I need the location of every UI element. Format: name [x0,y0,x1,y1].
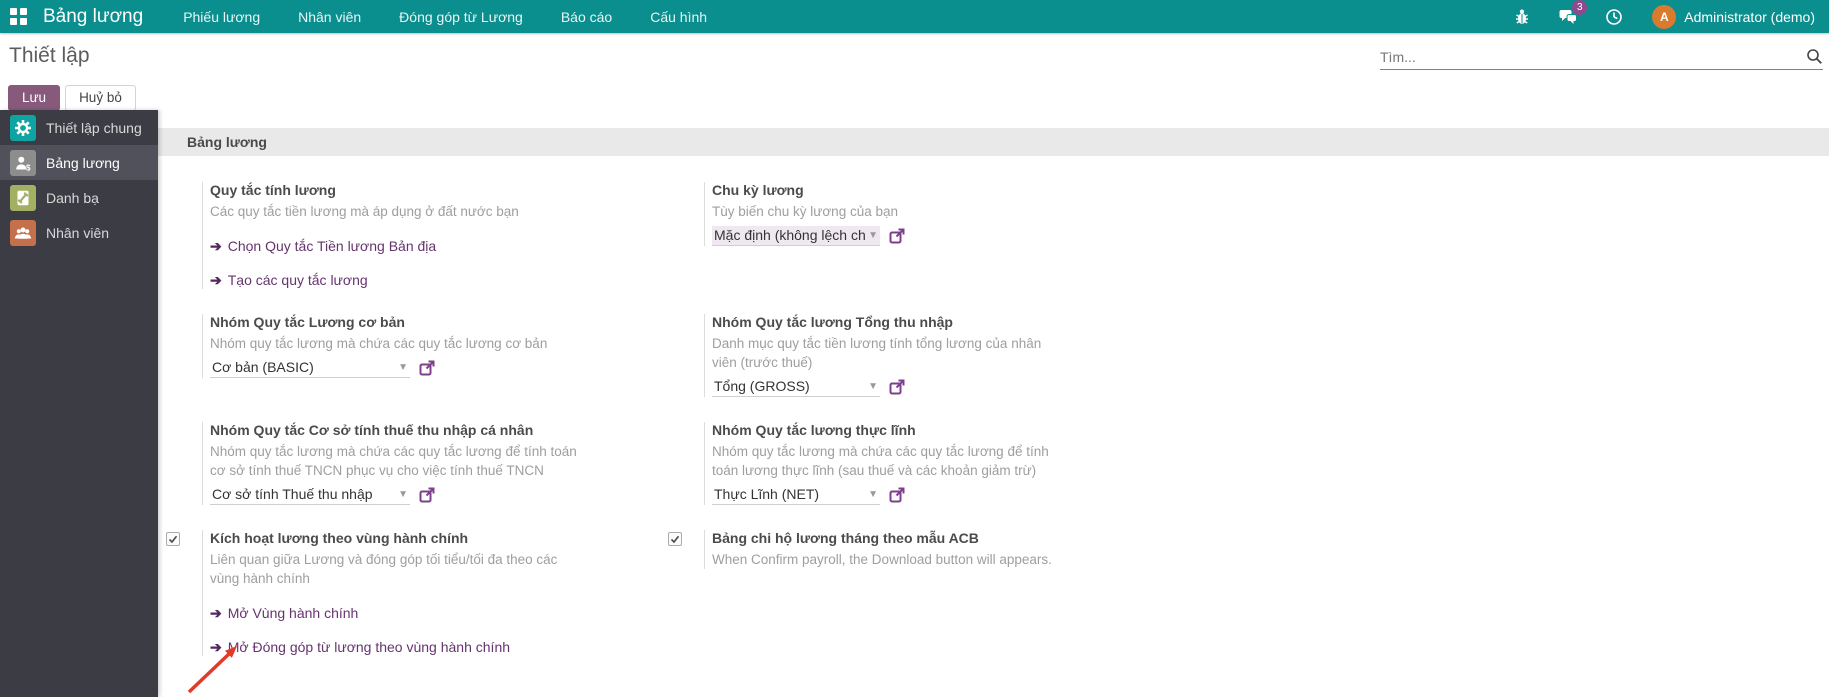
setting-title: Bảng chi hộ lương tháng theo mẫu ACB [712,530,979,546]
setting-title: Nhóm Quy tắc lương thực lĩnh [712,422,916,438]
payroll-settings-page: Bảng lương Phiếu lương Nhân viên Đóng gó… [0,0,1829,697]
sidebar-item-label: Danh bạ [46,189,99,206]
section-header: Bảng lương [158,128,1829,156]
arrow-right-icon: ➔ [210,272,222,288]
messages-badge: 3 [1572,0,1588,15]
external-link-icon[interactable] [889,487,905,503]
setting-description: When Confirm payroll, the Download butto… [712,552,1052,567]
setting-block-gross-rule-group: Nhóm Quy tắc lương Tổng thu nhập Danh mụ… [668,314,1829,397]
chevron-down-icon: ▼ [868,229,878,241]
svg-text:$: $ [26,163,31,172]
sidebar-item-label: Bảng lương [46,154,120,171]
setting-title: Kích hoạt lương theo vùng hành chính [210,530,469,546]
net-rule-group-select[interactable]: Thực Lĩnh (NET) ▼ [712,485,880,505]
control-panel: Thiết lập Lưu Huỷ bỏ [0,33,1829,111]
setting-description: Liên quan giữa Lương và đóng góp tối tiể… [210,552,558,586]
setting-block-tax-base-rule-group: Nhóm Quy tắc Cơ sở tính thuế thu nhập cá… [166,422,668,505]
arrow-right-icon: ➔ [210,238,222,254]
chevron-down-icon: ▼ [398,361,408,373]
setting-block-salary-rules: Quy tắc tính lương Các quy tắc tiền lươn… [166,182,668,289]
external-link-icon[interactable] [889,228,905,244]
sidebar-item-payroll[interactable]: $ Bảng lương [0,145,158,180]
menu-nhan-vien[interactable]: Nhân viên [298,9,361,25]
sidebar-item-employees[interactable]: Nhân viên [0,215,158,250]
setting-description: Nhóm quy tắc lương mà chứa các quy tắc l… [210,336,548,351]
setting-description: Nhóm quy tắc lương mà chứa các quy tắc l… [210,444,577,478]
setting-description: Nhóm quy tắc lương mà chứa các quy tắc l… [712,444,1049,478]
settings-sidebar: Thiết lập chung $ Bảng lương Danh bạ Nhâ… [0,110,158,697]
link-choose-localization-rules[interactable]: ➔ Chọn Quy tắc Tiền lương Bản địa [210,238,519,255]
setting-block-net-rule-group: Nhóm Quy tắc lương thực lĩnh Nhóm quy tắ… [668,422,1829,505]
chevron-down-icon: ▼ [868,380,878,392]
user-avatar[interactable]: A [1652,4,1677,29]
link-open-admin-regions[interactable]: ➔ Mở Vùng hành chính [210,605,588,622]
discard-button[interactable]: Huỷ bỏ [65,85,136,111]
admin-region-checkbox[interactable] [166,532,180,546]
activities-clock-icon[interactable] [1604,7,1624,27]
search-icon[interactable] [1806,48,1823,65]
search-box [1380,44,1823,70]
apps-grid-icon[interactable] [10,8,27,25]
chevron-down-icon: ▼ [868,488,878,500]
save-button[interactable]: Lưu [8,85,61,111]
chevron-down-icon: ▼ [398,488,408,500]
setting-title: Nhóm Quy tắc lương Tổng thu nhập [712,314,953,330]
setting-block-acb-payment-sheet: Bảng chi hộ lương tháng theo mẫu ACB Whe… [668,530,1829,656]
external-link-icon[interactable] [889,379,905,395]
link-open-region-contributions[interactable]: ➔ Mở Đóng góp từ lương theo vùng hành chí… [210,639,588,656]
gross-rule-group-select[interactable]: Tổng (GROSS) ▼ [712,377,880,397]
sidebar-item-contacts[interactable]: Danh bạ [0,180,158,215]
search-input[interactable] [1380,48,1806,65]
top-navbar: Bảng lương Phiếu lương Nhân viên Đóng gó… [0,0,1829,33]
contacts-phone-icon [10,184,36,211]
sidebar-item-general-settings[interactable]: Thiết lập chung [0,110,158,145]
page-title: Thiết lập [9,44,90,67]
setting-title: Chu kỳ lương [712,182,804,198]
setting-title: Quy tắc tính lương [210,182,336,198]
gear-icon [10,114,36,141]
sidebar-item-label: Thiết lập chung [46,119,142,136]
basic-rule-group-select[interactable]: Cơ bản (BASIC) ▼ [210,358,410,378]
app-brand[interactable]: Bảng lương [43,6,143,28]
tax-base-rule-group-select[interactable]: Cơ sở tính Thuế thu nhập ▼ [210,485,410,505]
setting-title: Nhóm Quy tắc Lương cơ bản [210,314,405,330]
setting-title: Nhóm Quy tắc Cơ sở tính thuế thu nhập cá… [210,422,534,438]
setting-description: Tùy biến chu kỳ lương của bạn [712,204,898,219]
arrow-right-icon: ➔ [210,639,222,655]
payroll-icon: $ [10,149,36,176]
setting-description: Các quy tắc tiền lương mà áp dụng ở đất … [210,204,519,219]
menu-phieu-luong[interactable]: Phiếu lương [183,9,260,25]
menu-bao-cao[interactable]: Báo cáo [561,9,612,25]
employees-icon [10,219,36,246]
arrow-right-icon: ➔ [210,605,222,621]
menu-dong-gop[interactable]: Đóng góp từ Lương [399,9,523,25]
setting-block-admin-region: Kích hoạt lương theo vùng hành chính Liê… [166,530,668,656]
menu-cau-hinh[interactable]: Cấu hình [650,9,707,25]
setting-block-salary-cycle: Chu kỳ lương Tùy biến chu kỳ lương của b… [668,182,1829,289]
sidebar-item-label: Nhân viên [46,224,110,241]
settings-content: Bảng lương Quy tắc tính lương Các quy tắ… [158,110,1829,697]
messages-icon[interactable]: 3 [1558,0,1588,27]
acb-sheet-checkbox[interactable] [668,532,682,546]
bug-icon[interactable] [1512,7,1532,27]
setting-block-basic-rule-group: Nhóm Quy tắc Lương cơ bản Nhóm quy tắc l… [166,314,668,397]
link-create-salary-rules[interactable]: ➔ Tạo các quy tắc lương [210,272,519,289]
external-link-icon[interactable] [419,487,435,503]
external-link-icon[interactable] [419,360,435,376]
user-menu[interactable]: Administrator (demo) [1684,9,1815,25]
salary-cycle-select[interactable]: Mặc định (không lệch chu ▼ [712,226,880,246]
setting-description: Danh mục quy tắc tiền lương tính tổng lư… [712,336,1042,370]
